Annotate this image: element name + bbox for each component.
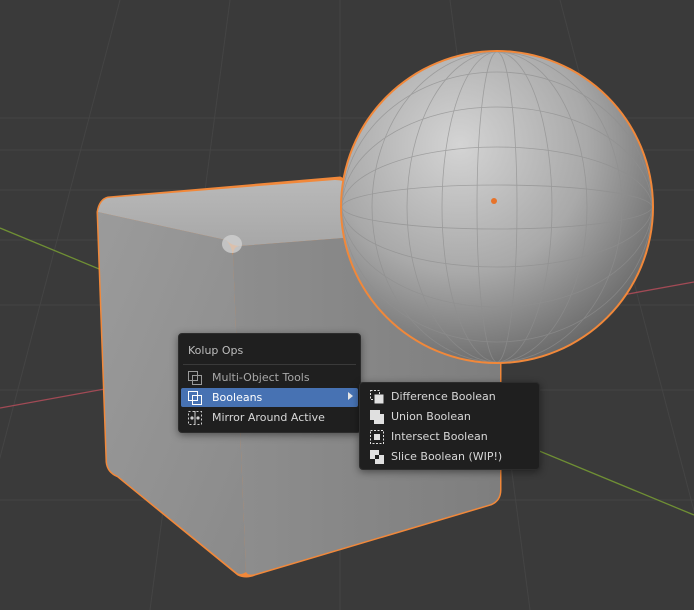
- menu-item-intersect-boolean[interactable]: Intersect Boolean: [362, 427, 537, 446]
- menu-item-slice-boolean[interactable]: Slice Boolean (WIP!): [362, 447, 537, 466]
- menu-item-booleans[interactable]: Booleans: [181, 388, 358, 407]
- sphere-object[interactable]: [340, 50, 654, 364]
- menu-item-label: Intersect Boolean: [391, 430, 488, 443]
- booleans-submenu: Difference Boolean Union Boolean Interse…: [359, 382, 540, 470]
- menu-title: Kolup Ops: [188, 344, 244, 357]
- boolean-icon: [187, 390, 203, 406]
- viewport-scene: [0, 0, 694, 610]
- menu-item-label: Multi-Object Tools: [212, 371, 310, 384]
- menu-item-union-boolean[interactable]: Union Boolean: [362, 407, 537, 426]
- menu-item-label: Slice Boolean (WIP!): [391, 450, 503, 463]
- menu-item-multi-object-tools[interactable]: Multi-Object Tools: [181, 368, 358, 387]
- menu-item-mirror-around-active[interactable]: Mirror Around Active: [181, 408, 358, 427]
- slice-boolean-icon: [369, 449, 385, 465]
- menu-item-difference-boolean[interactable]: Difference Boolean: [362, 387, 537, 406]
- menu-item-label: Mirror Around Active: [212, 411, 325, 424]
- menu-item-label: Booleans: [212, 391, 263, 404]
- menu-separator: [183, 364, 356, 365]
- submenu-arrow-icon: [348, 392, 353, 400]
- 3d-viewport[interactable]: Kolup Ops Multi-Object Tools Booleans Mi…: [0, 0, 694, 610]
- multi-object-icon: [187, 370, 203, 386]
- menu-item-label: Difference Boolean: [391, 390, 496, 403]
- difference-boolean-icon: [369, 389, 385, 405]
- union-boolean-icon: [369, 409, 385, 425]
- menu-item-label: Union Boolean: [391, 410, 471, 423]
- kolup-ops-menu: Kolup Ops Multi-Object Tools Booleans Mi…: [178, 333, 361, 433]
- mirror-icon: [187, 410, 203, 426]
- intersect-boolean-icon: [369, 429, 385, 445]
- object-origin: [491, 198, 497, 204]
